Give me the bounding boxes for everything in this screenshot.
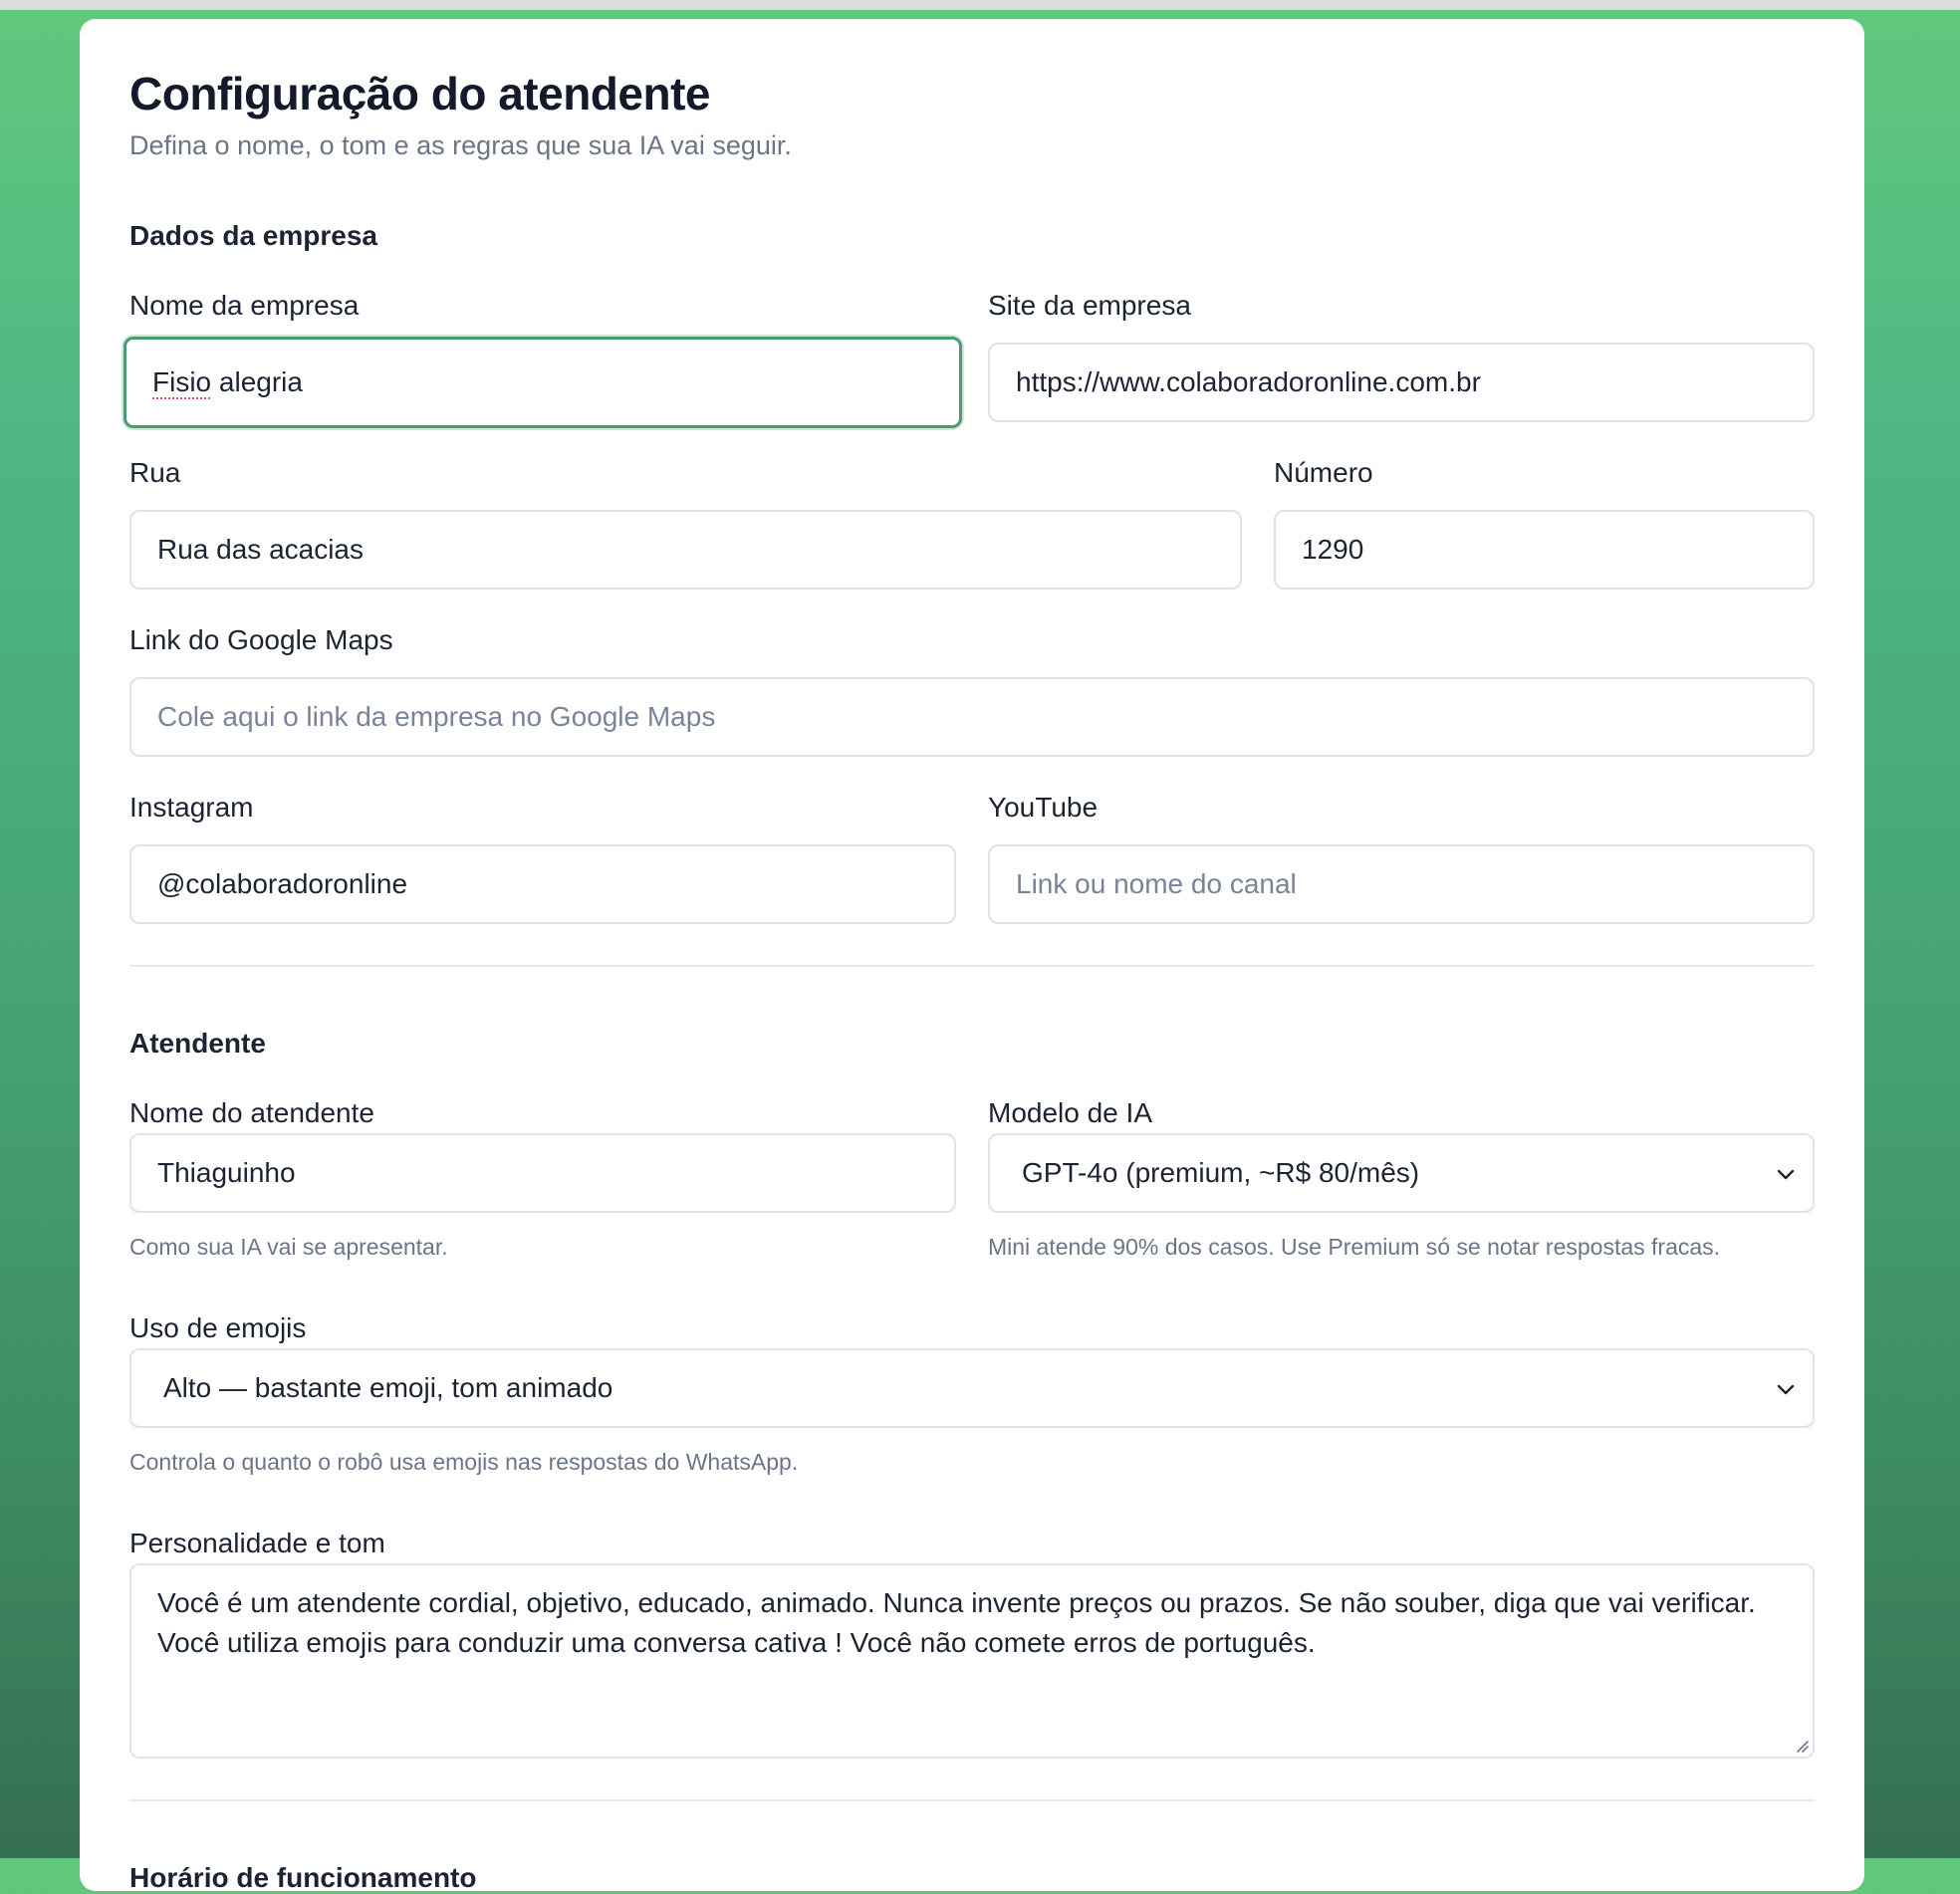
browser-top-bar: [0, 0, 1960, 10]
instagram-input[interactable]: @colaboradoronline: [129, 844, 956, 924]
resize-handle-icon[interactable]: [1793, 1737, 1809, 1753]
street-input[interactable]: Rua das acacias: [129, 510, 1242, 590]
attendant-name-input[interactable]: Thiaguinho: [129, 1133, 956, 1213]
section-attendant: Atendente: [129, 1028, 266, 1059]
attendant-name-label: Nome do atendente: [129, 1097, 374, 1128]
street-label: Rua: [129, 457, 181, 488]
company-name-input[interactable]: Fisio alegria: [123, 337, 962, 428]
number-label: Número: [1274, 457, 1373, 488]
page-title: Configuração do atendente: [129, 68, 710, 119]
chevron-down-icon: [1777, 1384, 1795, 1395]
youtube-input[interactable]: Link ou nome do canal: [988, 844, 1815, 924]
instagram-label: Instagram: [129, 792, 254, 823]
personality-text: Você é um atendente cordial, objetivo, e…: [157, 1587, 1756, 1658]
company-name-value: alegria: [211, 366, 303, 397]
page-subtitle: Defina o nome, o tom e as regras que sua…: [129, 130, 792, 160]
ai-model-hint: Mini atende 90% dos casos. Use Premium s…: [988, 1234, 1721, 1260]
misspelled-word: Fisio: [152, 366, 212, 397]
youtube-label: YouTube: [988, 792, 1099, 823]
maps-link-input[interactable]: Cole aqui o link da empresa no Google Ma…: [129, 677, 1815, 757]
attendant-name-hint: Como sua IA vai se apresentar.: [129, 1234, 448, 1260]
company-site-label: Site da empresa: [988, 290, 1191, 321]
emoji-usage-select[interactable]: Alto — bastante emoji, tom animado: [129, 1348, 1815, 1428]
personality-label: Personalidade e tom: [129, 1528, 385, 1558]
ai-model-selected: GPT-4o (premium, ~R$ 80/mês): [1022, 1157, 1420, 1188]
personality-textarea[interactable]: Você é um atendente cordial, objetivo, e…: [129, 1563, 1815, 1759]
section-company-data: Dados da empresa: [129, 220, 377, 251]
emoji-usage-label: Uso de emojis: [129, 1312, 307, 1343]
maps-label: Link do Google Maps: [129, 624, 393, 655]
section-divider: [129, 1799, 1815, 1801]
chevron-down-icon: [1777, 1169, 1795, 1180]
settings-card: Configuração do atendente Defina o nome,…: [80, 19, 1864, 1893]
number-input[interactable]: 1290: [1274, 510, 1815, 590]
section-business-hours: Horário de funcionamento: [129, 1862, 477, 1893]
emoji-usage-selected: Alto — bastante emoji, tom animado: [163, 1372, 613, 1403]
ai-model-select[interactable]: GPT-4o (premium, ~R$ 80/mês): [988, 1133, 1815, 1213]
section-divider: [129, 965, 1815, 967]
ai-model-label: Modelo de IA: [988, 1097, 1152, 1128]
emoji-usage-hint: Controla o quanto o robô usa emojis nas …: [129, 1449, 799, 1475]
company-name-label: Nome da empresa: [129, 290, 360, 321]
company-site-input[interactable]: https://www.colaboradoronline.com.br: [988, 343, 1815, 422]
